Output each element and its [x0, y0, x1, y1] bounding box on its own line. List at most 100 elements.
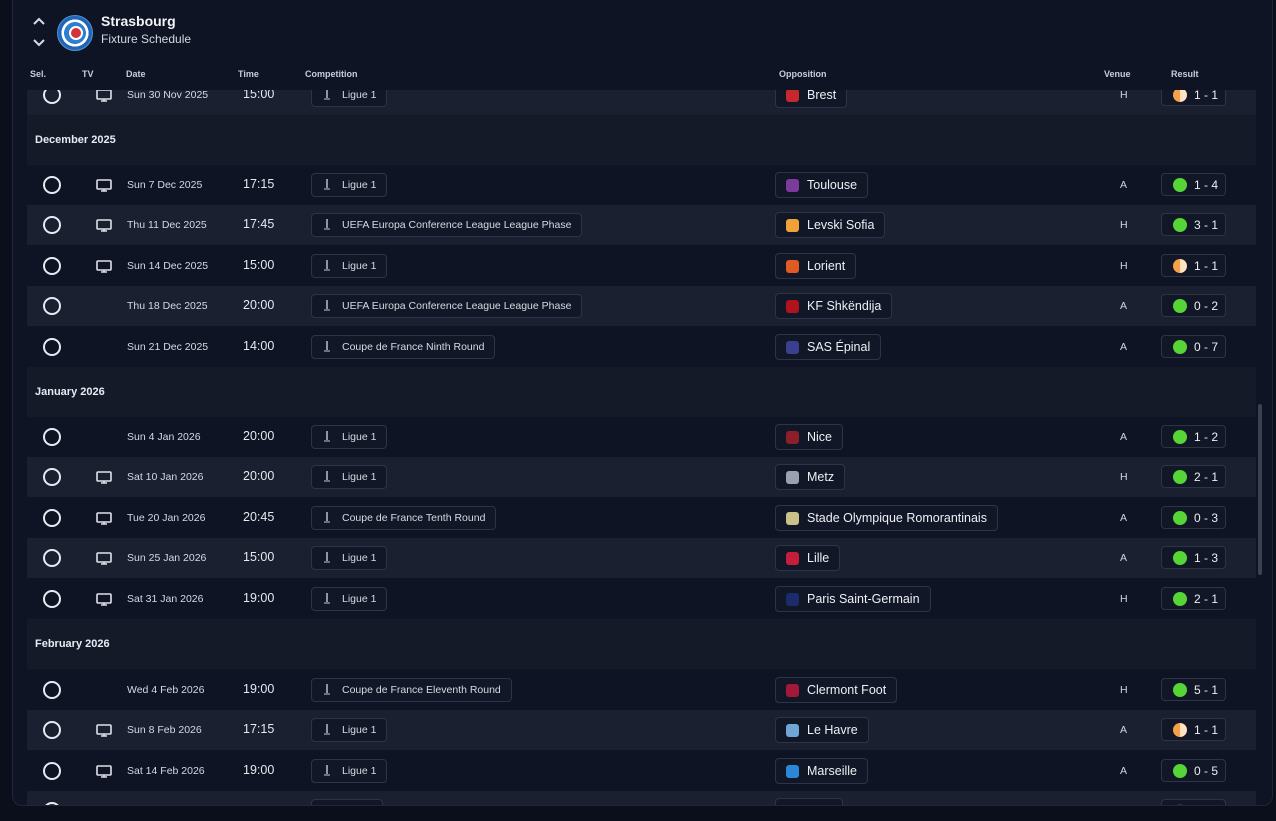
result-chip[interactable]: 3 - 1 — [1161, 213, 1226, 236]
fixture-row[interactable]: Sat 10 Jan 2026 20:00 Ligue 1 Metz H 2 - 1 — [27, 457, 1256, 497]
venue: A — [1120, 765, 1128, 777]
col-tv[interactable]: TV — [82, 69, 94, 79]
opposition-chip[interactable]: Clermont Foot — [775, 677, 898, 703]
competition-chip[interactable]: Ligue 1 — [311, 718, 388, 742]
result-chip[interactable]: 0 - 3 — [1161, 506, 1226, 529]
col-opposition[interactable]: Opposition — [779, 69, 827, 79]
opposition-chip[interactable]: Levski Sofia — [775, 212, 886, 238]
select-radio[interactable] — [43, 681, 61, 699]
result-score: 2 - 1 — [1194, 592, 1219, 606]
result-score: 0 - 3 — [1194, 511, 1219, 525]
col-competition[interactable]: Competition — [305, 69, 358, 79]
col-venue[interactable]: Venue — [1104, 69, 1131, 79]
competition-chip[interactable]: UEFA Europa Conference League League Pha… — [311, 213, 583, 237]
select-radio[interactable] — [43, 468, 61, 486]
select-radio[interactable] — [43, 509, 61, 527]
fixture-row[interactable]: Wed 4 Feb 2026 19:00 Coupe de France Eleve… — [27, 670, 1256, 710]
competition-chip[interactable]: Ligue 1 — [311, 465, 388, 489]
fixture-row[interactable]: Sat 14 Feb 2026 19:00 Ligue 1 Marseille A 0 -… — [27, 751, 1256, 791]
chevron-up-icon[interactable] — [31, 14, 47, 30]
select-radio[interactable] — [43, 216, 61, 234]
opposition-chip[interactable]: KF Shkëndija — [775, 293, 893, 319]
opposition-chip[interactable]: Stade Olympique Romorantinais — [775, 505, 998, 531]
fixture-row[interactable]: Sun 7 Dec 2025 17:15 Ligue 1 Toulouse A 1 - 4 — [27, 165, 1256, 205]
select-radio[interactable] — [43, 176, 61, 194]
competition-chip[interactable]: Ligue 1 — [311, 173, 388, 197]
opposition-chip[interactable]: SAS Épinal — [775, 334, 882, 360]
result-chip[interactable]: 1 - 1 — [1161, 254, 1226, 277]
fixture-schedule-panel: Strasbourg Fixture Schedule Sel. TV Date… — [12, 0, 1273, 806]
opposition-chip[interactable]: Le Havre — [775, 717, 869, 743]
opposition-chip[interactable]: Lorient — [775, 253, 857, 279]
opposition-chip[interactable] — [775, 798, 843, 805]
competition-chip[interactable]: Ligue 1 — [311, 546, 388, 570]
result-chip[interactable] — [1161, 799, 1226, 805]
opposition-chip[interactable]: Metz — [775, 464, 846, 490]
select-radio[interactable] — [43, 762, 61, 780]
result-chip[interactable]: 1 - 2 — [1161, 425, 1226, 448]
select-radio[interactable] — [43, 90, 61, 104]
fixture-row[interactable]: Sun 4 Jan 2026 20:00 Ligue 1 Nice A 1 - 2 — [27, 417, 1256, 457]
opposition-chip[interactable]: Marseille — [775, 758, 869, 784]
competition-chip[interactable]: Ligue 1 — [311, 587, 388, 611]
competition-chip[interactable] — [311, 799, 383, 805]
result-chip[interactable]: 2 - 1 — [1161, 587, 1226, 610]
fixture-row[interactable]: Sun 25 Jan 2026 15:00 Ligue 1 Lille A 1 - 3 — [27, 538, 1256, 578]
select-radio[interactable] — [43, 428, 61, 446]
select-radio[interactable] — [43, 297, 61, 315]
fixture-row[interactable]: Tue 20 Jan 2026 20:45 Coupe de France Tent… — [27, 498, 1256, 538]
competition-chip[interactable]: Ligue 1 — [311, 759, 388, 783]
competition-chip[interactable]: Coupe de France Tenth Round — [311, 506, 497, 530]
opposition-chip[interactable]: Brest — [775, 90, 848, 108]
col-result[interactable]: Result — [1171, 69, 1199, 79]
result-indicator-icon — [1173, 723, 1187, 737]
select-radio[interactable] — [43, 549, 61, 567]
competition-chip[interactable]: Ligue 1 — [311, 425, 388, 449]
fixture-row[interactable]: Sun 21 Dec 2025 14:00 Coupe de France Nint… — [27, 327, 1256, 367]
fixture-row[interactable]: Sat 31 Jan 2026 19:00 Ligue 1 Paris Saint-G… — [27, 579, 1256, 619]
competition-chip[interactable]: Coupe de France Eleventh Round — [311, 678, 512, 702]
select-radio[interactable] — [43, 257, 61, 275]
venue: A — [1120, 179, 1128, 191]
chevron-down-icon[interactable] — [31, 36, 47, 52]
fixture-row[interactable]: Sun 8 Feb 2026 17:15 Ligue 1 Le Havre A 1 - 1 — [27, 710, 1256, 750]
col-sel[interactable]: Sel. — [30, 69, 46, 79]
opposition-chip[interactable]: Lille — [775, 545, 841, 571]
col-date[interactable]: Date — [126, 69, 146, 79]
competition-logo-icon — [323, 179, 331, 191]
competition-chip[interactable]: Ligue 1 — [311, 254, 388, 278]
result-chip[interactable]: 0 - 5 — [1161, 759, 1226, 782]
result-chip[interactable]: 0 - 7 — [1161, 335, 1226, 358]
result-chip[interactable]: 1 - 4 — [1161, 173, 1226, 196]
opposition-chip[interactable]: Paris Saint-Germain — [775, 586, 931, 612]
opposition-name: Levski Sofia — [807, 218, 875, 232]
opposition-chip[interactable]: Nice — [775, 424, 844, 450]
result-chip[interactable]: 2 - 1 — [1161, 465, 1226, 488]
club-badge-icon — [786, 300, 799, 313]
result-chip[interactable]: 0 - 2 — [1161, 294, 1226, 317]
competition-name: UEFA Europa Conference League League Pha… — [342, 219, 572, 231]
opposition-chip[interactable]: Toulouse — [775, 172, 869, 198]
fixture-row[interactable]: Thu 18 Dec 2025 20:00 UEFA Europa Conferen… — [27, 286, 1256, 326]
scrollbar[interactable] — [1258, 404, 1262, 575]
result-chip[interactable]: 1 - 1 — [1161, 718, 1226, 741]
fixture-row[interactable]: Thu 11 Dec 2025 17:45 UEFA Europa Conferen… — [27, 205, 1256, 245]
select-radio[interactable] — [43, 721, 61, 739]
fixture-row[interactable] — [27, 791, 1256, 805]
select-radio[interactable] — [43, 338, 61, 356]
header: Strasbourg Fixture Schedule — [13, 0, 1272, 56]
club-name[interactable]: Strasbourg — [101, 13, 176, 29]
competition-name: Coupe de France Eleventh Round — [342, 684, 501, 696]
competition-chip[interactable]: Coupe de France Ninth Round — [311, 335, 496, 359]
select-radio[interactable] — [43, 802, 61, 805]
competition-chip[interactable]: UEFA Europa Conference League League Pha… — [311, 294, 583, 318]
col-time[interactable]: Time — [238, 69, 259, 79]
competition-chip[interactable]: Ligue 1 — [311, 90, 388, 107]
result-chip[interactable]: 5 - 1 — [1161, 678, 1226, 701]
fixture-row[interactable]: Sun 30 Nov 2025 15:00 Ligue 1 Brest H 1 - 1 — [27, 90, 1256, 115]
select-radio[interactable] — [43, 590, 61, 608]
fixture-row[interactable]: Sun 14 Dec 2025 15:00 Ligue 1 Lorient H 1 - 1 — [27, 246, 1256, 286]
result-chip[interactable]: 1 - 1 — [1161, 90, 1226, 106]
result-chip[interactable]: 1 - 3 — [1161, 546, 1226, 569]
competition-logo-icon — [323, 300, 331, 312]
